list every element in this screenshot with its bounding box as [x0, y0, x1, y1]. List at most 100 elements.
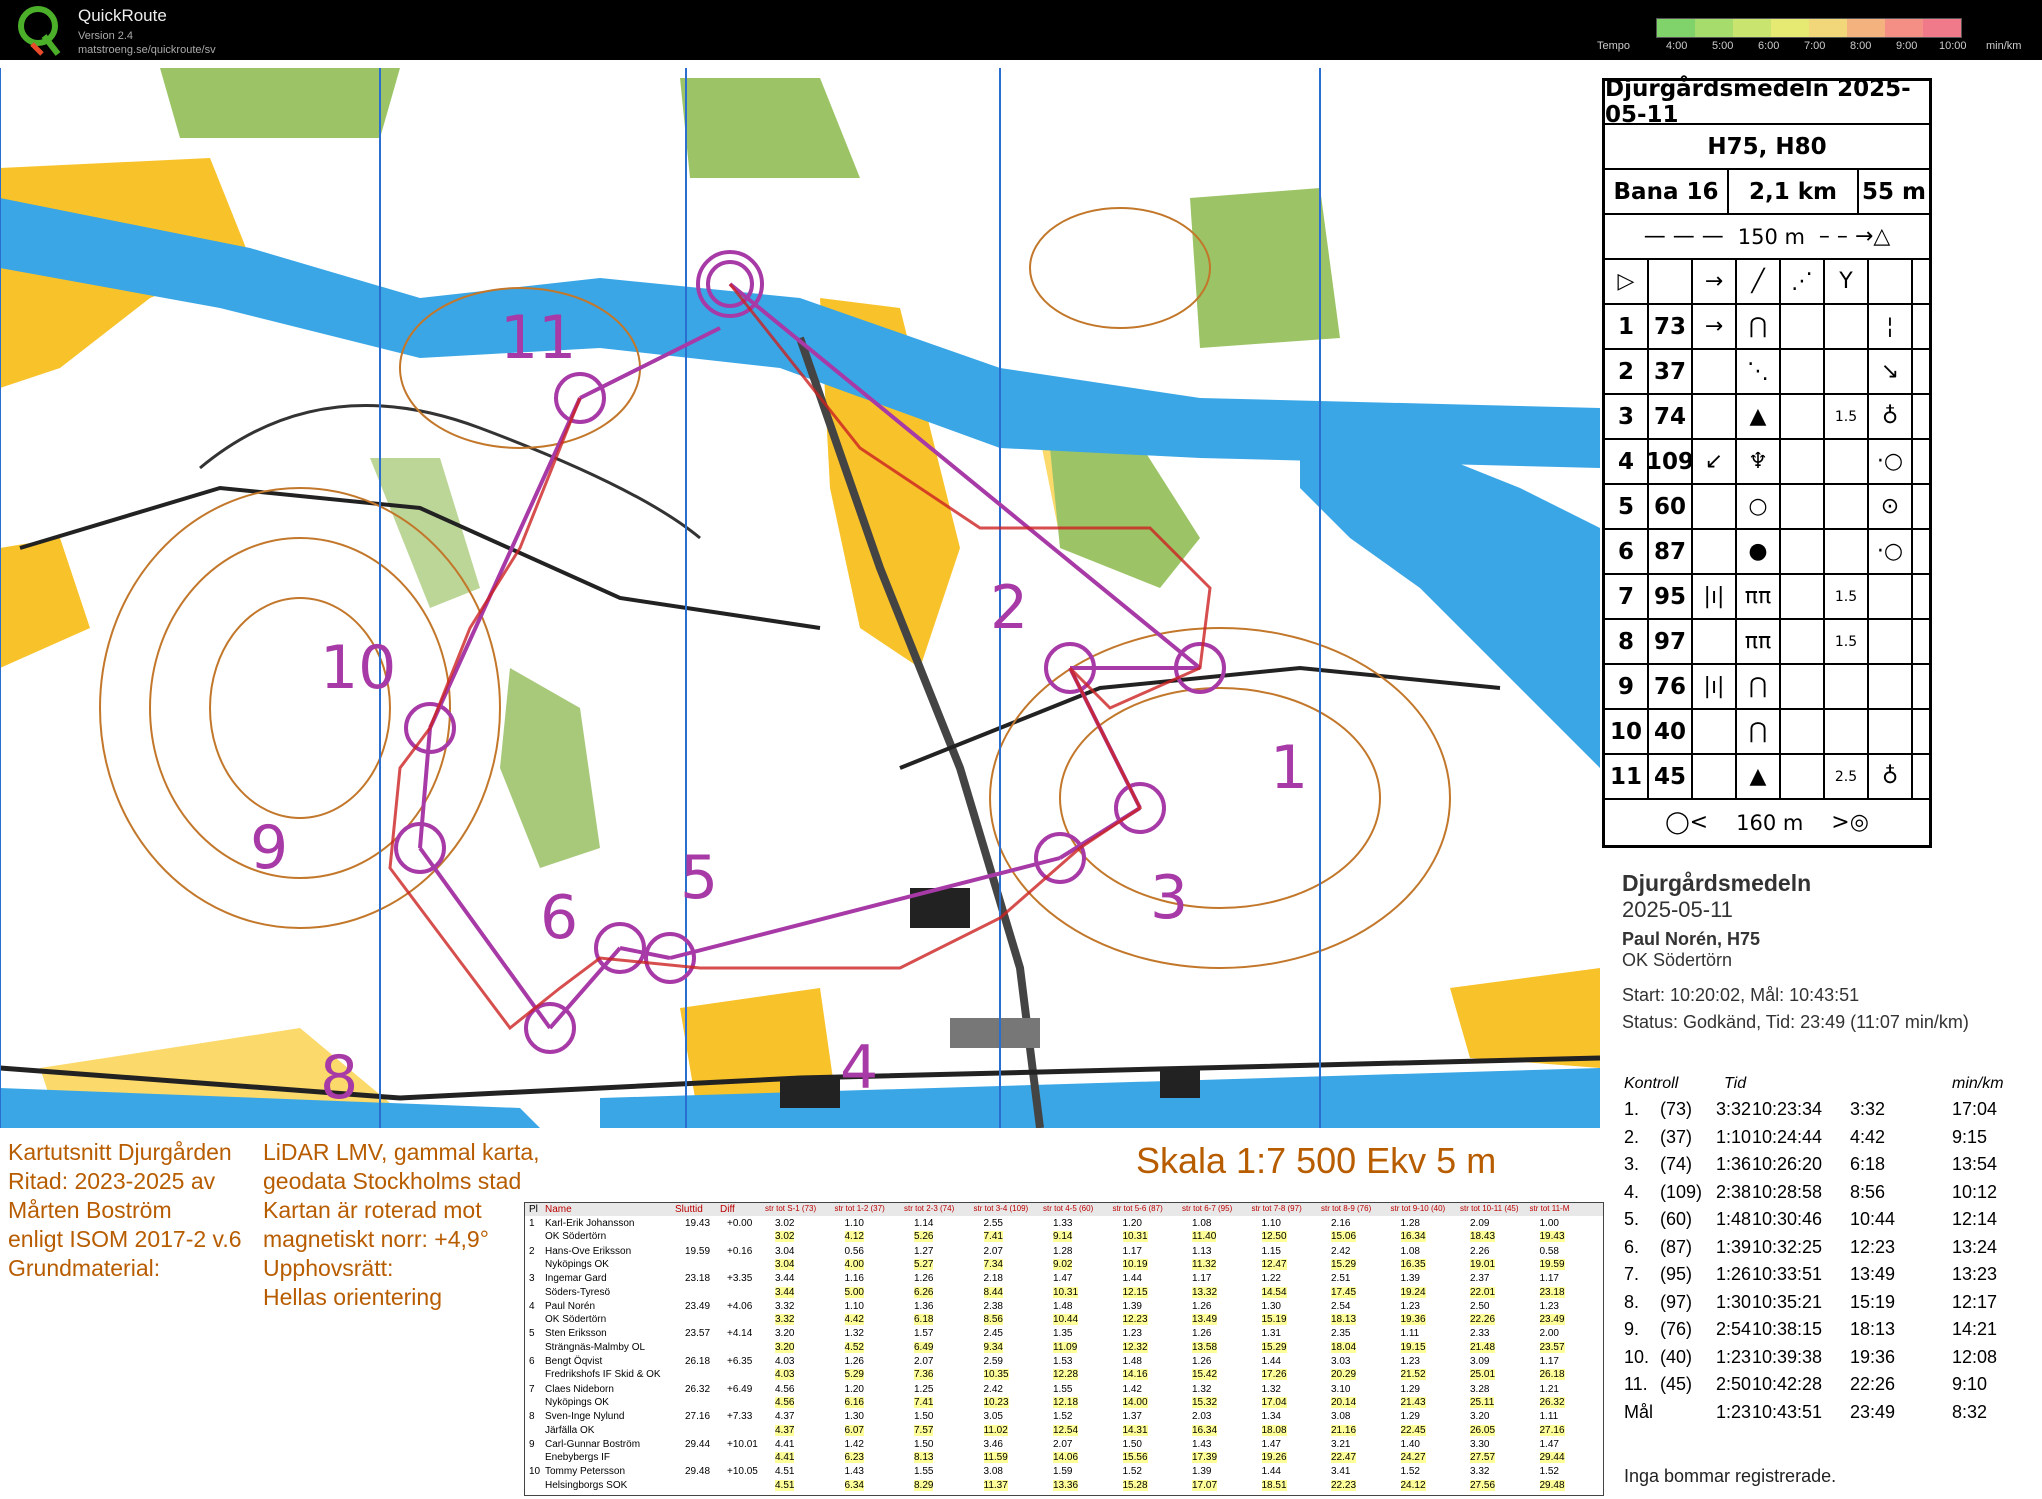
- app-url[interactable]: matstroeng.se/quickroute/sv: [78, 44, 216, 56]
- winsplits-split-cell: 19.24: [1400, 1286, 1426, 1298]
- winsplits-split-cell: 1.43: [844, 1466, 864, 1478]
- winsplits-diff: +6.49: [727, 1383, 753, 1395]
- winsplits-split-cell: 7.57: [914, 1424, 934, 1436]
- tempo-tick: 10:00: [1939, 40, 1967, 52]
- winsplits-split-cell: 11.40: [1192, 1231, 1217, 1243]
- winsplits-row: 6 Bengt Öqvist 26.18 +6.35 4.03 1.26 2.07 2.59 1…: [525, 1355, 1603, 1368]
- winsplits-split-cell: 19.15: [1400, 1341, 1426, 1353]
- winsplits-split-cell: 5.00: [844, 1286, 864, 1298]
- winsplits-split-cell: 26.32: [1539, 1397, 1565, 1408]
- desc-cell-code: 76: [1649, 665, 1693, 708]
- winsplits-split-cell: 12.47: [1261, 1259, 1287, 1270]
- winsplits-split-cell: 1.17: [1192, 1273, 1212, 1285]
- split-row: 10. (40) 1:23 10:39:38 19:36 12:08: [1622, 1347, 2042, 1375]
- desc-cell-code: 87: [1649, 530, 1693, 573]
- orienteering-map[interactable]: 1 2 3 4 5 6 8 9 10 11: [0, 68, 1601, 1129]
- winsplits-club: Enebybergs IF: [545, 1452, 611, 1464]
- winsplits-split-cell: 3.02: [775, 1218, 795, 1229]
- winsplits-split-cell: 1.14: [914, 1218, 934, 1229]
- winsplits-split-cell: 25.01: [1470, 1369, 1496, 1381]
- split-cell: 13:54: [1952, 1154, 1998, 1174]
- winsplits-split-cell: 18.08: [1261, 1424, 1287, 1436]
- desc-cell-e: [1781, 710, 1825, 753]
- finish-circle-icon: >◎: [1803, 810, 1869, 835]
- winsplits-split-cell: 2.09: [1470, 1218, 1490, 1229]
- desc-cell-e: [1781, 395, 1825, 438]
- tempo-color-segment: [1771, 19, 1809, 37]
- map-note-line: Kartan är roterad mot: [263, 1197, 482, 1223]
- winsplits-split-cell: 23.18: [1539, 1286, 1565, 1298]
- winsplits-split-cell: 12.23: [1122, 1314, 1148, 1326]
- winsplits-diff: +0.16: [727, 1245, 753, 1257]
- winsplits-split-cell: 4.41: [775, 1438, 795, 1450]
- winsplits-split-cell: 6.18: [914, 1314, 934, 1326]
- winsplits-split-cell: 12.18: [1053, 1397, 1079, 1408]
- split-cell: 10:32:25: [1752, 1236, 1823, 1257]
- event-name: Djurgårdsmedeln: [1622, 870, 1812, 896]
- winsplits-split-cell: 1.52: [1053, 1411, 1073, 1423]
- winsplits-split-cell: 10.35: [983, 1369, 1009, 1381]
- winsplits-split-cell: 1.26: [914, 1273, 934, 1285]
- winsplits-split-cell: 1.53: [1053, 1356, 1073, 1367]
- winsplits-split-cell: 16.34: [1400, 1231, 1426, 1243]
- winsplits-split-cell: 2.18: [983, 1273, 1003, 1285]
- header-kontroll: Kontroll: [1624, 1075, 1679, 1092]
- split-cell: 10:12: [1952, 1181, 1998, 1202]
- desc-header-empty: [1649, 260, 1693, 303]
- winsplits-split-cell: 1.36: [914, 1300, 934, 1312]
- winsplits-row: Nyköpings OK 3.04 4.00 5.27 7.34 9.02 10.19 11.…: [525, 1258, 1603, 1271]
- winsplits-split-cell: 1.31: [1261, 1328, 1281, 1340]
- desc-title: Djurgårdsmedeln 2025-05-11: [1605, 76, 1911, 128]
- split-row: 2. (37) 1:10 10:24:44 4:42 9:15: [1622, 1127, 2042, 1155]
- winsplits-split-cell: 9.14: [1053, 1231, 1073, 1243]
- desc-cell-no: 10: [1605, 710, 1649, 753]
- desc-cell-no: 1: [1605, 305, 1649, 348]
- winsplits-split-cell: 14.54: [1261, 1286, 1287, 1298]
- winsplits-place: 9: [529, 1438, 535, 1450]
- winsplits-split-cell: 3.04: [775, 1245, 795, 1257]
- winsplits-split-cell: 1.23: [1539, 1300, 1559, 1312]
- winsplits-club: OK Södertörn: [545, 1231, 607, 1243]
- split-cell: 2:38: [1716, 1181, 1752, 1202]
- winsplits-split-cell: 4.56: [775, 1383, 795, 1395]
- split-cell: 12:08: [1952, 1346, 1998, 1367]
- winsplits-split-cell: 1.47: [1261, 1438, 1281, 1450]
- winsplits-split-cell: 1.11: [1539, 1411, 1559, 1423]
- desc-control-row: 9 76 |ı| ⋂: [1605, 665, 1929, 710]
- winsplits-name: Paul Norén: [545, 1300, 596, 1312]
- winsplits-time: 29.48: [685, 1466, 711, 1478]
- desc-control-row: 4 109 ↙ ♆ ·○: [1605, 440, 1929, 485]
- desc-cell-code: 109: [1646, 440, 1694, 483]
- split-cell: 3:32: [1850, 1099, 1886, 1119]
- desc-control-row: 11 45 ▲ 2.5 ♁: [1605, 755, 1929, 800]
- winsplits-split-cell: 3.09: [1470, 1356, 1490, 1367]
- split-cell: 10:35:21: [1752, 1291, 1823, 1312]
- desc-cell-code: 60: [1649, 485, 1693, 528]
- winsplits-split-cell: 14.16: [1122, 1369, 1148, 1381]
- winsplits-split-cell: 22.23: [1331, 1479, 1357, 1491]
- split-cell: 14:21: [1952, 1319, 1998, 1339]
- winsplits-split-cell: 2.26: [1470, 1245, 1490, 1257]
- winsplits-row: Helsingborgs SOK 4.51 6.34 8.29 11.37 13.36 15…: [525, 1479, 1603, 1492]
- winsplits-name: Karl-Erik Johansson: [545, 1218, 635, 1229]
- split-cell: 5.: [1624, 1209, 1640, 1229]
- winsplits-split-cell: 2.51: [1331, 1273, 1351, 1285]
- map-note-line: magnetiskt norr: +4,9°: [263, 1226, 489, 1252]
- winsplits-split-cell: 3.20: [775, 1328, 795, 1340]
- winsplits-split-cell: 8.56: [983, 1314, 1003, 1326]
- winsplits-header: Pl Name Sluttid Diff str tot S-1 (73) str…: [525, 1203, 1603, 1217]
- winsplits-header-cell: str tot 4-5 (60): [1043, 1204, 1094, 1213]
- winsplits-split-cell: 1.22: [1261, 1273, 1281, 1285]
- winsplits-split-cell: 24.27: [1400, 1452, 1426, 1464]
- desc-cell-code: 73: [1649, 305, 1693, 348]
- winsplits-split-cell: 3.03: [1331, 1356, 1351, 1367]
- winsplits-split-cell: 15.06: [1331, 1231, 1357, 1243]
- winsplits-split-cell: 1.59: [1053, 1466, 1073, 1478]
- winsplits-split-cell: 0.58: [1539, 1245, 1559, 1257]
- desc-control-row: 8 97 ππ 1.5: [1605, 620, 1929, 665]
- map-note-line: Grundmaterial:: [8, 1255, 161, 1281]
- split-cell: (76): [1660, 1319, 1693, 1339]
- tempo-tick: 7:00: [1804, 40, 1826, 52]
- desc-cell-h: ♁: [1869, 395, 1913, 438]
- split-cell: 15:19: [1850, 1291, 1896, 1312]
